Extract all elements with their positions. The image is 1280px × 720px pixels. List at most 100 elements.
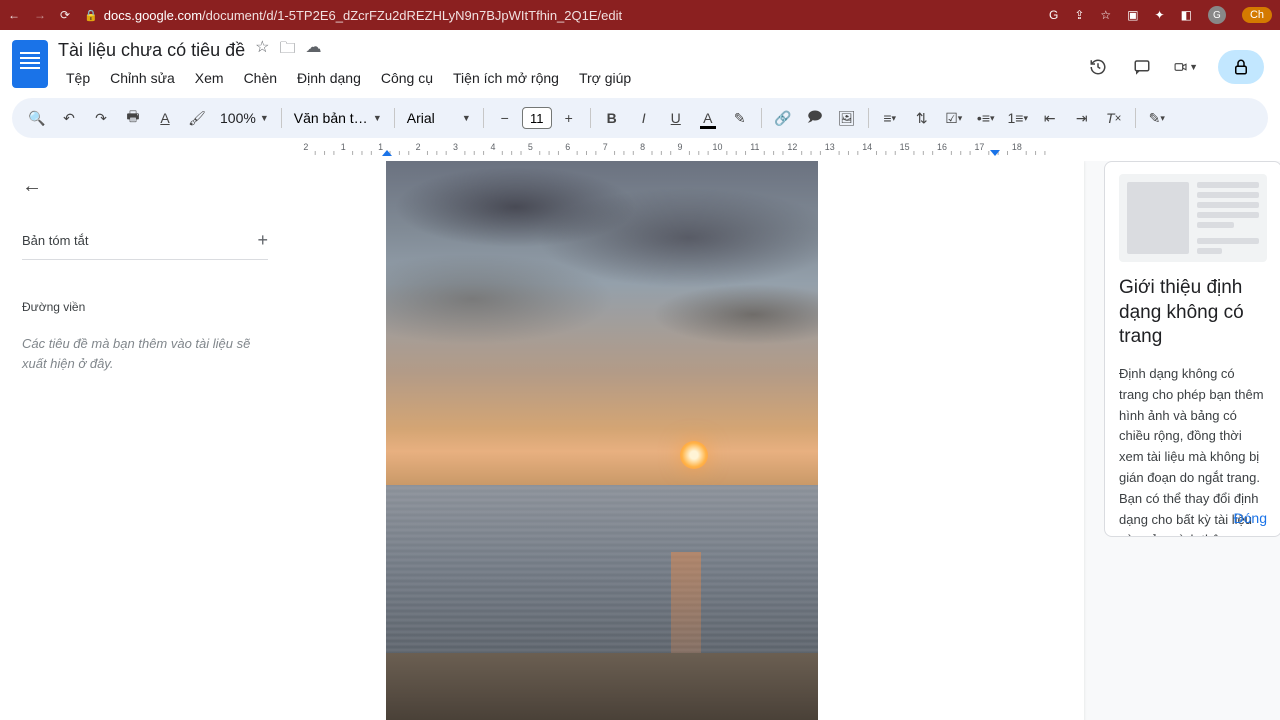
chevron-down-icon: ▼	[260, 113, 269, 123]
ruler[interactable]: 21123456789101112131415161718	[0, 140, 1280, 162]
svg-text:15: 15	[900, 142, 910, 152]
undo-icon[interactable]: ↶	[54, 103, 84, 133]
font-size-input[interactable]	[522, 107, 552, 129]
svg-text:2: 2	[416, 142, 421, 152]
svg-text:10: 10	[713, 142, 723, 152]
svg-text:9: 9	[678, 142, 683, 152]
checklist-icon[interactable]: ☑▾	[939, 103, 969, 133]
svg-text:14: 14	[862, 142, 872, 152]
highlight-icon[interactable]: ✎	[725, 103, 755, 133]
spellcheck-icon[interactable]: A	[150, 103, 180, 133]
svg-text:2: 2	[303, 142, 308, 152]
cloud-icon[interactable]: ☁	[306, 37, 322, 64]
collapse-outline-icon[interactable]: ←	[22, 175, 42, 198]
menu-bar: Tệp Chỉnh sửa Xem Chèn Định dạng Công cụ…	[58, 64, 1086, 92]
increase-font-icon[interactable]: +	[554, 103, 584, 133]
zoom-select[interactable]: 100%▼	[214, 110, 275, 126]
link-icon[interactable]: 🔗	[768, 103, 798, 133]
svg-text:18: 18	[1012, 142, 1022, 152]
document-canvas[interactable]: Giới thiệu định dạng không có trang Định…	[290, 161, 1280, 720]
svg-text:4: 4	[490, 142, 495, 152]
add-comment-icon[interactable]: 🗩	[800, 103, 830, 133]
share-button[interactable]	[1218, 50, 1264, 84]
upload-icon[interactable]: ⇪	[1074, 8, 1084, 22]
indent-decrease-icon[interactable]: ⇤	[1035, 103, 1065, 133]
decrease-font-icon[interactable]: −	[490, 103, 520, 133]
doc-header: Tài liệu chưa có tiêu đề ☆ 🗀 ☁ Tệp Chỉnh…	[0, 30, 1280, 98]
svg-text:11: 11	[750, 142, 759, 152]
paint-format-icon[interactable]: 🖌	[182, 103, 212, 133]
menu-edit[interactable]: Chỉnh sửa	[102, 66, 183, 90]
svg-text:16: 16	[937, 142, 947, 152]
menu-view[interactable]: Xem	[187, 66, 232, 90]
menu-format[interactable]: Định dạng	[289, 66, 369, 90]
svg-text:13: 13	[825, 142, 835, 152]
summary-label: Bản tóm tắt	[22, 233, 88, 248]
forward-icon[interactable]: →	[34, 8, 46, 22]
svg-text:17: 17	[974, 142, 984, 152]
add-summary-icon[interactable]: +	[257, 230, 268, 251]
toolbar: 🔍 ↶ ↷ 🖶 A 🖌 100%▼ Văn bản t…▼ Arial▼ − +…	[12, 98, 1268, 138]
clear-format-icon[interactable]: T×	[1099, 103, 1129, 133]
style-select[interactable]: Văn bản t…▼	[288, 110, 388, 126]
panel-icon[interactable]: ◧	[1181, 8, 1192, 22]
reader-icon[interactable]: ▣	[1127, 8, 1138, 22]
outline-section-label: Đường viền	[22, 300, 268, 314]
font-select[interactable]: Arial▼	[401, 110, 477, 126]
menu-file[interactable]: Tệp	[58, 66, 98, 90]
panel-close-button[interactable]: Đóng	[1234, 510, 1267, 526]
print-icon[interactable]: 🖶	[118, 103, 148, 133]
outline-sidebar: ← Bản tóm tắt + Đường viền Các tiêu đề m…	[0, 161, 290, 720]
chevron-down-icon: ▼	[462, 113, 471, 123]
edit-mode-icon[interactable]: ✎▾	[1142, 103, 1172, 133]
numbered-list-icon[interactable]: 1≡▾	[1003, 103, 1033, 133]
left-indent-marker[interactable]	[382, 150, 392, 156]
bullet-list-icon[interactable]: •≡▾	[971, 103, 1001, 133]
underline-icon[interactable]: U	[661, 103, 691, 133]
panel-preview	[1119, 174, 1267, 262]
google-icon[interactable]: G	[1049, 8, 1058, 22]
history-icon[interactable]	[1086, 55, 1110, 79]
align-icon[interactable]: ≡▾	[875, 103, 905, 133]
lock-icon: 🔒	[84, 9, 98, 22]
menu-extensions[interactable]: Tiện ích mở rộng	[445, 66, 567, 90]
menu-tools[interactable]: Công cụ	[373, 66, 441, 90]
right-indent-marker[interactable]	[990, 150, 1000, 156]
docs-logo-icon[interactable]	[12, 40, 48, 88]
menu-help[interactable]: Trợ giúp	[571, 66, 639, 90]
redo-icon[interactable]: ↷	[86, 103, 116, 133]
line-spacing-icon[interactable]: ⇅	[907, 103, 937, 133]
comments-icon[interactable]	[1130, 55, 1154, 79]
extensions-icon[interactable]: ✦	[1155, 8, 1165, 22]
back-icon[interactable]: ←	[8, 8, 20, 22]
svg-text:12: 12	[787, 142, 797, 152]
indent-increase-icon[interactable]: ⇥	[1067, 103, 1097, 133]
bold-icon[interactable]: B	[597, 103, 627, 133]
profile-avatar[interactable]: G	[1208, 6, 1226, 24]
search-icon[interactable]: 🔍	[22, 103, 52, 133]
browser-chrome: ← → ⟳ 🔒 docs.google.com/document/d/1-5TP…	[0, 0, 1280, 30]
svg-text:1: 1	[341, 142, 346, 152]
inserted-image[interactable]	[386, 161, 818, 720]
svg-text:3: 3	[453, 142, 458, 152]
doc-title[interactable]: Tài liệu chưa có tiêu đề	[58, 40, 245, 61]
chrome-pill[interactable]: Ch	[1242, 7, 1272, 23]
text-color-icon[interactable]: A	[693, 103, 723, 133]
panel-title: Giới thiệu định dạng không có trang	[1119, 276, 1267, 350]
menu-insert[interactable]: Chèn	[236, 66, 285, 90]
star-icon[interactable]: ☆	[255, 37, 269, 64]
svg-text:5: 5	[528, 142, 533, 152]
chevron-down-icon: ▼	[373, 113, 382, 123]
pageless-info-panel: Giới thiệu định dạng không có trang Định…	[1104, 161, 1280, 537]
reload-icon[interactable]: ⟳	[60, 8, 70, 22]
lock-icon	[1232, 58, 1250, 76]
meet-icon[interactable]: ▼	[1174, 55, 1198, 79]
italic-icon[interactable]: I	[629, 103, 659, 133]
move-icon[interactable]: 🗀	[280, 37, 296, 64]
address-bar[interactable]: 🔒 docs.google.com/document/d/1-5TP2E6_dZ…	[84, 8, 622, 23]
svg-text:6: 6	[565, 142, 570, 152]
star-icon[interactable]: ☆	[1100, 8, 1111, 22]
svg-text:8: 8	[640, 142, 645, 152]
page	[290, 161, 1084, 720]
insert-image-icon[interactable]: 🖼	[832, 103, 862, 133]
